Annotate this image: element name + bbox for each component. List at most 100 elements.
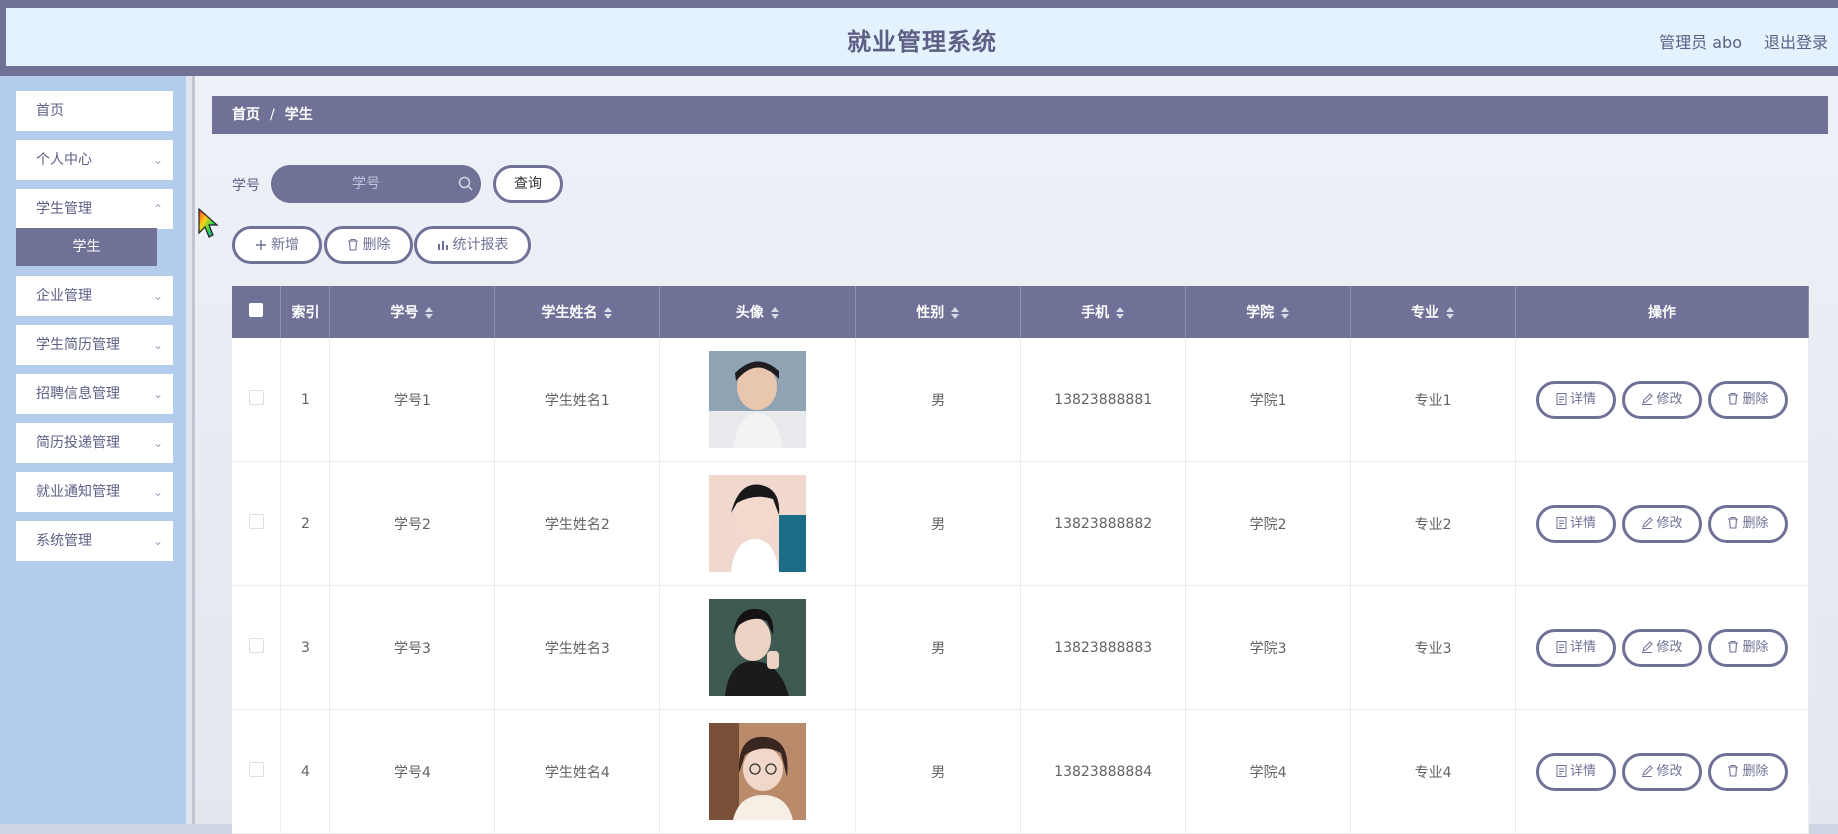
header: 就业管理系统 管理员 abo 退出登录: [6, 8, 1838, 76]
row-delete-button[interactable]: 删除: [1708, 628, 1788, 667]
student-avatar[interactable]: [709, 599, 807, 696]
cell-phone: 13823888881: [1020, 338, 1187, 462]
cell-gender: 男: [855, 338, 1022, 462]
add-button-label: 新增: [271, 237, 299, 253]
sidebar-item-home[interactable]: 首页: [16, 91, 173, 131]
row-select-cell[interactable]: [232, 709, 282, 834]
report-button-label: 统计报表: [452, 237, 509, 253]
mouse-cursor-icon: [198, 208, 219, 238]
sidebar-item-notice[interactable]: 就业通知管理 ⌄: [16, 472, 173, 512]
cell-index: 4: [280, 709, 331, 834]
detail-button[interactable]: 详情: [1536, 504, 1616, 543]
chevron-down-icon: ⌄: [152, 534, 163, 548]
table-row: 3 学号3 学生姓名3 男 13823888883 学院3 专业3 详情 修改 删除: [232, 585, 1809, 710]
search-input[interactable]: [271, 165, 481, 203]
column-header-major[interactable]: 专业: [1350, 286, 1516, 338]
edit-button[interactable]: 修改: [1622, 380, 1702, 419]
row-delete-button[interactable]: 删除: [1708, 752, 1788, 791]
plus-icon: [256, 240, 266, 250]
sidebar-item-label: 学生简历管理: [36, 337, 120, 353]
cell-avatar: [659, 461, 857, 586]
sidebar-item-profile[interactable]: 个人中心 ⌄: [16, 140, 173, 180]
report-button[interactable]: 统计报表: [414, 226, 531, 264]
row-select-cell[interactable]: [232, 338, 282, 462]
column-header-phone[interactable]: 手机: [1020, 286, 1187, 338]
sidebar-item-company[interactable]: 企业管理 ⌄: [16, 276, 173, 316]
sidebar-item-recruitment[interactable]: 招聘信息管理 ⌄: [16, 374, 173, 414]
select-all-checkbox[interactable]: [249, 303, 264, 317]
student-avatar[interactable]: [709, 723, 807, 820]
student-avatar[interactable]: [709, 475, 807, 572]
row-checkbox[interactable]: [248, 514, 264, 529]
cell-college: 学院2: [1185, 461, 1352, 586]
student-avatar[interactable]: [709, 351, 807, 448]
row-select-cell[interactable]: [232, 585, 282, 710]
detail-button[interactable]: 详情: [1536, 752, 1616, 791]
top-strip: [0, 0, 1838, 8]
chevron-down-icon: ⌄: [152, 485, 163, 499]
sidebar-item-student-management[interactable]: 学生管理 ⌃: [16, 189, 173, 229]
column-header-student-no[interactable]: 学号: [329, 286, 496, 338]
sidebar-item-label: 首页: [36, 103, 64, 119]
sort-icon[interactable]: [1280, 306, 1290, 320]
query-button[interactable]: 查询: [493, 165, 563, 203]
row-delete-button[interactable]: 删除: [1708, 380, 1788, 419]
column-header-avatar[interactable]: 头像: [659, 286, 857, 338]
trash-icon: [1728, 392, 1739, 405]
row-checkbox[interactable]: [248, 638, 264, 653]
column-header-gender[interactable]: 性别: [855, 286, 1022, 338]
search-label: 学号: [232, 178, 260, 194]
add-button[interactable]: 新增: [232, 226, 322, 264]
cell-college: 学院3: [1185, 585, 1352, 710]
detail-button[interactable]: 详情: [1536, 380, 1616, 419]
cell-avatar: [659, 709, 857, 834]
cell-gender: 男: [855, 709, 1022, 834]
cell-gender: 男: [855, 461, 1022, 586]
row-delete-button[interactable]: 删除: [1708, 504, 1788, 543]
chevron-down-icon: ⌄: [152, 387, 163, 401]
cell-name: 学生姓名3: [494, 585, 661, 710]
edit-button[interactable]: 修改: [1622, 752, 1702, 791]
chevron-up-icon: ⌃: [152, 202, 163, 216]
table-row: 1 学号1 学生姓名1 男 13823888881 学院1 专业1 详情 修改 删除: [232, 338, 1809, 462]
cell-college: 学院4: [1185, 709, 1352, 834]
sidebar-item-label: 系统管理: [36, 533, 92, 549]
breadcrumb-home[interactable]: 首页: [232, 107, 260, 123]
sort-icon[interactable]: [424, 306, 434, 320]
cell-phone: 13823888883: [1020, 585, 1187, 710]
row-checkbox[interactable]: [248, 762, 264, 777]
column-header-college[interactable]: 学院: [1185, 286, 1352, 338]
edit-button[interactable]: 修改: [1622, 504, 1702, 543]
sidebar-subitem-student[interactable]: 学生: [16, 228, 157, 266]
sidebar-item-label: 招聘信息管理: [36, 386, 120, 402]
cell-avatar: [659, 585, 857, 710]
edit-button[interactable]: 修改: [1622, 628, 1702, 667]
sort-icon[interactable]: [1115, 306, 1125, 320]
cell-major: 专业4: [1350, 709, 1516, 834]
cell-gender: 男: [855, 585, 1022, 710]
row-select-cell[interactable]: [232, 461, 282, 586]
cell-phone: 13823888884: [1020, 709, 1187, 834]
sidebar-item-system[interactable]: 系统管理 ⌄: [16, 521, 173, 561]
detail-button[interactable]: 详情: [1536, 628, 1616, 667]
sort-icon[interactable]: [1445, 306, 1455, 320]
search-icon: [458, 176, 473, 191]
cell-actions: 详情 修改 删除: [1515, 338, 1809, 462]
column-header-index: 索引: [280, 286, 331, 338]
cell-student-no: 学号1: [329, 338, 496, 462]
cell-name: 学生姓名4: [494, 709, 661, 834]
column-header-name[interactable]: 学生姓名: [494, 286, 661, 338]
sort-icon[interactable]: [603, 306, 613, 320]
row-checkbox[interactable]: [248, 390, 264, 405]
sort-icon[interactable]: [950, 306, 960, 320]
sort-icon[interactable]: [770, 306, 780, 320]
sidebar-item-delivery[interactable]: 简历投递管理 ⌄: [16, 423, 173, 463]
breadcrumb: 首页 / 学生: [212, 96, 1828, 134]
cell-phone: 13823888882: [1020, 461, 1187, 586]
sidebar-item-resume[interactable]: 学生简历管理 ⌄: [16, 325, 173, 365]
delete-button[interactable]: 删除: [324, 226, 413, 264]
document-icon: [1556, 516, 1567, 529]
logout-link[interactable]: 退出登录: [1764, 29, 1828, 53]
select-all-header[interactable]: [232, 286, 282, 338]
cell-actions: 详情 修改 删除: [1515, 585, 1809, 710]
